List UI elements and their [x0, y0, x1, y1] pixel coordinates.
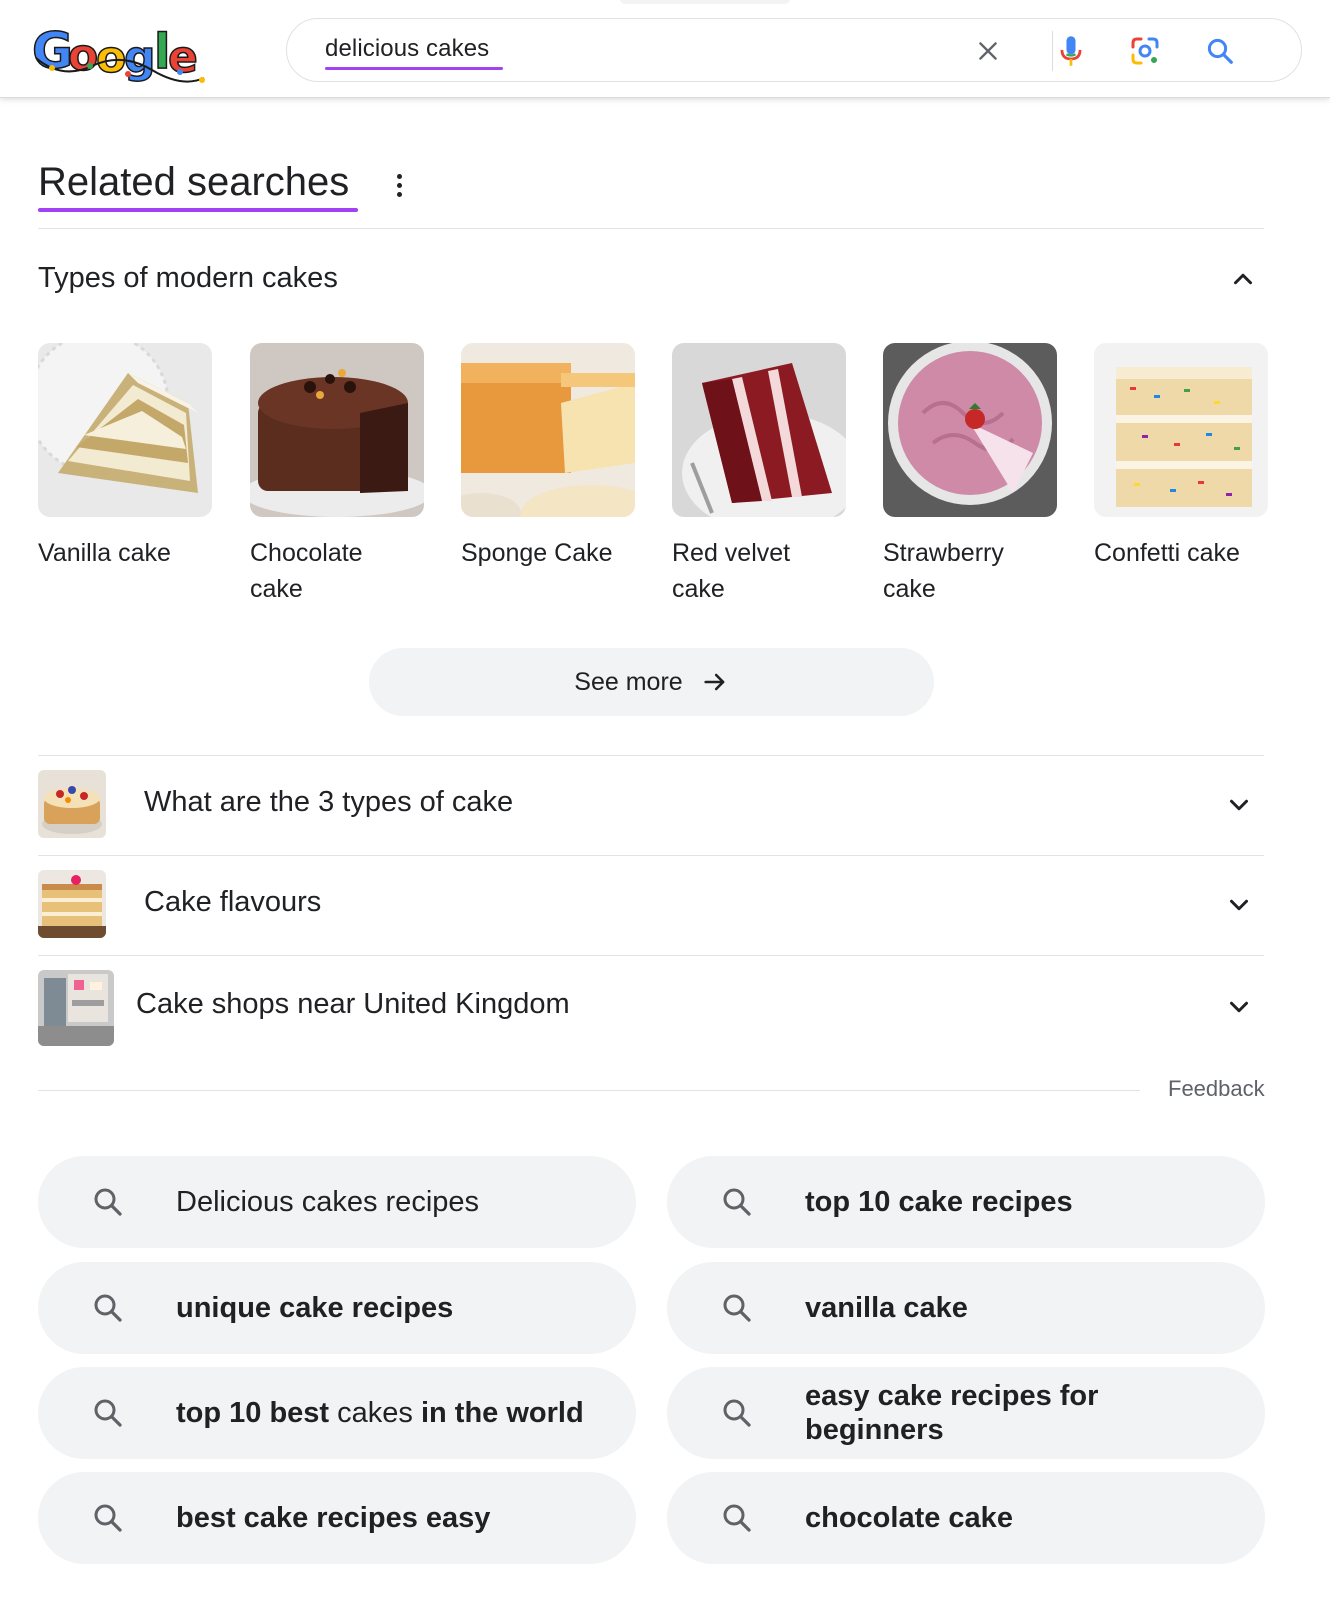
svg-text:e: e	[168, 32, 198, 83]
cake-card-strawberry[interactable]: Strawberry cake	[883, 343, 1057, 607]
cake-card-red-velvet[interactable]: Red velvet cake	[672, 343, 846, 607]
chip-label: Delicious cakes recipes	[176, 1186, 480, 1218]
chevron-down-icon[interactable]	[1224, 992, 1254, 1022]
chip-label: top 10 cake recipes	[805, 1186, 1073, 1218]
more-options-icon[interactable]	[384, 168, 414, 202]
see-more-button[interactable]: See more	[369, 648, 934, 716]
search-icon[interactable]	[1199, 30, 1241, 72]
related-search-chip[interactable]: best cake recipes easy	[38, 1472, 636, 1564]
related-searches-title: Related searches	[38, 160, 350, 204]
chip-label: chocolate cake	[805, 1502, 1013, 1534]
chip-label: top 10 best cakes in the world	[176, 1397, 584, 1429]
expandable-label: Cake flavours	[144, 886, 322, 918]
expandable-row-cake-flavours[interactable]: Cake flavours	[38, 856, 1264, 954]
lens-icon[interactable]	[1124, 30, 1166, 72]
google-doodle-logo[interactable]: G o o g l e	[31, 18, 212, 88]
confetti-cake-image	[1094, 343, 1268, 517]
svg-text:o: o	[68, 30, 98, 81]
search-input[interactable]: delicious cakes	[325, 35, 489, 63]
fruit-cake-thumbnail	[38, 770, 106, 838]
search-query-underline	[325, 67, 503, 70]
header-tab-handle	[620, 0, 790, 4]
cake-label: Strawberry cake	[883, 539, 1004, 603]
chip-label: best cake recipes easy	[176, 1502, 491, 1534]
chip-label: unique cake recipes	[176, 1292, 454, 1324]
cake-card-chocolate[interactable]: Chocolate cake	[250, 343, 424, 607]
search-icon	[94, 1294, 122, 1322]
see-more-label: See more	[574, 667, 683, 696]
chip-label: easy cake recipes for beginners	[805, 1380, 1099, 1446]
search-icon	[723, 1399, 751, 1427]
strawberry-cake-image	[883, 343, 1057, 517]
search-icon	[94, 1188, 122, 1216]
search-icon	[94, 1399, 122, 1427]
mic-icon[interactable]	[1050, 30, 1092, 72]
cake-card-vanilla[interactable]: Vanilla cake	[38, 343, 212, 571]
related-search-chip[interactable]: top 10 best cakes in the world	[38, 1367, 636, 1459]
related-search-chip[interactable]: chocolate cake	[667, 1472, 1265, 1564]
related-search-chip[interactable]: vanilla cake	[667, 1262, 1265, 1354]
cake-card-sponge[interactable]: Sponge Cake	[461, 343, 635, 571]
chip-label: vanilla cake	[805, 1292, 968, 1324]
cake-label: Chocolate cake	[250, 539, 363, 603]
related-search-chip[interactable]: Delicious cakes recipes	[38, 1156, 636, 1248]
header-bar: G o o g l e delicious cakes	[0, 0, 1330, 98]
cake-label: Vanilla cake	[38, 539, 171, 567]
svg-text:o: o	[96, 32, 126, 83]
expandable-label: What are the 3 types of cake	[144, 786, 514, 818]
related-search-chip[interactable]: top 10 cake recipes	[667, 1156, 1265, 1248]
types-section-title: Types of modern cakes	[38, 262, 338, 294]
related-searches-underline	[38, 208, 358, 212]
expandable-label: Cake shops near United Kingdom	[136, 988, 570, 1020]
chevron-up-icon[interactable]	[1228, 264, 1258, 294]
search-icon	[723, 1294, 751, 1322]
cake-card-confetti[interactable]: Confetti cake	[1094, 343, 1268, 571]
layer-cake-thumbnail	[38, 870, 106, 938]
search-icon	[723, 1504, 751, 1532]
cake-label: Red velvet cake	[672, 539, 791, 603]
cake-label: Confetti cake	[1094, 539, 1240, 567]
search-icon	[723, 1188, 751, 1216]
expandable-row-cake-shops[interactable]: Cake shops near United Kingdom	[38, 956, 1264, 1056]
cake-types-carousel: Vanilla cake Chocolate cake Sponge Cake …	[38, 343, 1268, 603]
vanilla-cake-image	[38, 343, 212, 517]
cake-shop-thumbnail	[38, 970, 114, 1046]
clear-icon[interactable]	[967, 30, 1009, 72]
related-search-chip[interactable]: unique cake recipes	[38, 1262, 636, 1354]
chevron-down-icon[interactable]	[1224, 790, 1254, 820]
sponge-cake-image	[461, 343, 635, 517]
red-velvet-cake-image	[672, 343, 846, 517]
divider	[38, 228, 1264, 229]
expandable-row-three-types[interactable]: What are the 3 types of cake	[38, 756, 1264, 854]
search-box[interactable]: delicious cakes	[286, 18, 1302, 82]
search-icon	[94, 1504, 122, 1532]
feedback-link[interactable]: Feedback	[1168, 1076, 1265, 1102]
chocolate-cake-image	[250, 343, 424, 517]
divider	[38, 1090, 1140, 1091]
arrow-right-icon	[704, 673, 725, 691]
cake-label: Sponge Cake	[461, 539, 613, 567]
related-search-chip[interactable]: easy cake recipes for beginners	[667, 1367, 1265, 1459]
chevron-down-icon[interactable]	[1224, 890, 1254, 920]
